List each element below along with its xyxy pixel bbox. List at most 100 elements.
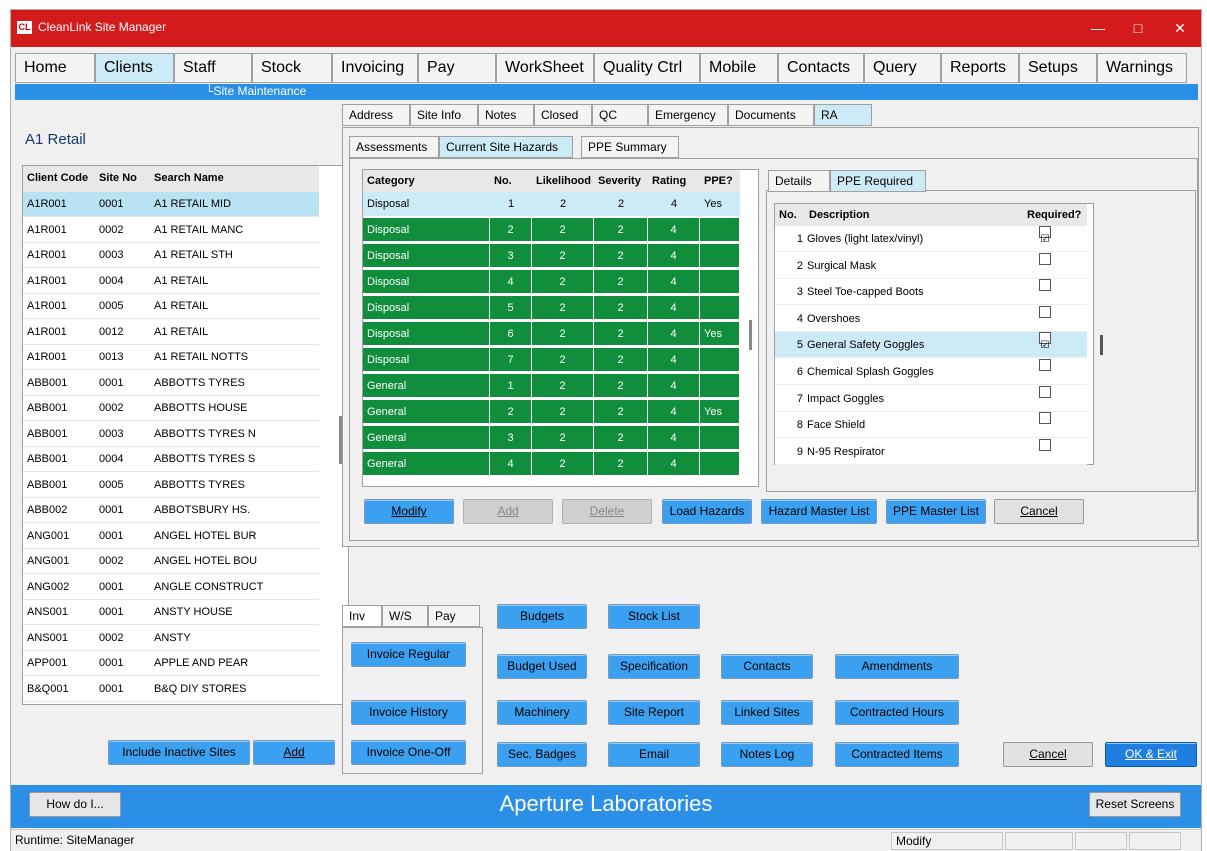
machinery-button[interactable]: Machinery (497, 700, 587, 725)
column-header[interactable]: Client Code (23, 166, 95, 192)
close-icon[interactable]: ✕ (1165, 16, 1195, 40)
menu-warnings[interactable]: Warnings (1097, 53, 1187, 83)
hazard-row[interactable]: General 1 2 2 4 (363, 374, 740, 400)
tab-site-info[interactable]: Site Info (410, 104, 478, 126)
menu-pay[interactable]: Pay (418, 53, 496, 83)
required-checkbox[interactable] (1039, 359, 1051, 371)
hazard-row[interactable]: Disposal 6 2 2 4 Yes (363, 322, 740, 348)
column-header[interactable]: Description (809, 204, 870, 226)
ppe-row[interactable]: 7 Impact Goggles (775, 385, 1087, 412)
hazard-row[interactable]: Disposal 2 2 2 4 (363, 218, 740, 244)
menu-reports[interactable]: Reports (941, 53, 1019, 83)
site-report-button[interactable]: Site Report (608, 700, 700, 725)
contracted-items-button[interactable]: Contracted Items (835, 742, 959, 767)
column-header[interactable]: Rating (648, 170, 700, 192)
column-header[interactable]: Required? (1027, 204, 1081, 226)
cancel-button[interactable]: Cancel (1003, 742, 1093, 767)
menu-staff[interactable]: Staff (174, 53, 252, 83)
table-row[interactable]: B&Q001 0001 B&Q DIY STORES (23, 677, 319, 702)
include-inactive-sites-button[interactable]: Include Inactive Sites (108, 740, 250, 765)
notes-log-button[interactable]: Notes Log (721, 742, 813, 767)
table-row[interactable]: A1R001 0013 A1 RETAIL NOTTS (23, 345, 319, 370)
table-row[interactable]: A1R001 0005 A1 RETAIL (23, 294, 319, 319)
required-checkbox[interactable] (1039, 305, 1051, 318)
required-checkbox[interactable] (1039, 438, 1051, 451)
specification-button[interactable]: Specification (608, 654, 700, 679)
budgets-button[interactable]: Budgets (497, 604, 587, 629)
table-row[interactable]: A1R001 0004 A1 RETAIL (23, 269, 319, 294)
modify-button[interactable]: Modify (364, 499, 454, 524)
email-button[interactable]: Email (608, 742, 700, 767)
maximize-icon[interactable]: □ (1123, 16, 1153, 40)
menu-mobile[interactable]: Mobile (700, 53, 778, 83)
hazard-row[interactable]: General 4 2 2 4 (363, 452, 740, 478)
load-hazards-button[interactable]: Load Hazards (662, 499, 752, 524)
table-row[interactable]: A1R001 0001 A1 RETAIL MID (23, 192, 319, 217)
tab-details[interactable]: Details (768, 170, 830, 192)
contacts-button[interactable]: Contacts (721, 654, 813, 679)
tab-inv[interactable]: Inv (342, 605, 382, 627)
column-header[interactable]: Likelihood (532, 170, 594, 192)
reset-screens-button[interactable]: Reset Screens (1089, 792, 1181, 817)
hazard-row[interactable]: Disposal 4 2 2 4 (363, 270, 740, 296)
table-row[interactable]: ANG002 0001 ANGLE CONSTRUCT (23, 575, 319, 600)
budget-used-button[interactable]: Budget Used (497, 654, 587, 679)
column-header[interactable]: Severity (594, 170, 648, 192)
hazard-master-list-button[interactable]: Hazard Master List (761, 499, 877, 524)
tab-pay[interactable]: Pay (428, 605, 480, 627)
table-row[interactable]: ANS001 0001 ANSTY HOUSE (23, 600, 319, 625)
minimize-icon[interactable]: — (1083, 16, 1113, 40)
tab-documents[interactable]: Documents (728, 104, 814, 126)
tab-ws[interactable]: W/S (382, 605, 428, 627)
invoice-one-off-button[interactable]: Invoice One-Off (351, 740, 466, 765)
hazard-row[interactable]: General 3 2 2 4 (363, 426, 740, 452)
add-site-button[interactable]: Add (253, 740, 335, 765)
linked-sites-button[interactable]: Linked Sites (721, 700, 813, 725)
how-do-i-button[interactable]: How do I... (29, 792, 121, 817)
stock-list-button[interactable]: Stock List (608, 604, 700, 629)
required-checkbox[interactable]: ☑ (1039, 332, 1051, 351)
table-row[interactable]: ABB001 0001 ABBOTTS TYRES (23, 371, 319, 396)
menu-clients[interactable]: Clients (95, 53, 174, 83)
column-header[interactable]: PPE? (700, 170, 740, 192)
ppe-row[interactable]: 3 Steel Toe-capped Boots (775, 279, 1087, 306)
tab-emergency[interactable]: Emergency (648, 104, 728, 126)
tab-address[interactable]: Address (342, 104, 410, 126)
tab-closed[interactable]: Closed (534, 104, 592, 126)
menu-stock[interactable]: Stock (252, 53, 332, 83)
ppe-row[interactable]: 8 Face Shield (775, 412, 1087, 439)
amendments-button[interactable]: Amendments (835, 654, 959, 679)
table-row[interactable]: ANG001 0002 ANGEL HOTEL BOU (23, 549, 319, 574)
table-row[interactable]: ABB001 0002 ABBOTTS HOUSE (23, 396, 319, 421)
table-row[interactable]: ABB001 0005 ABBOTTS TYRES (23, 473, 319, 498)
menu-invoicing[interactable]: Invoicing (332, 53, 418, 83)
table-row[interactable]: APP001 0001 APPLE AND PEAR (23, 651, 319, 676)
table-row[interactable]: ANS001 0002 ANSTY (23, 626, 319, 651)
ppe-row[interactable]: 2 Surgical Mask (775, 252, 1087, 279)
scrollbar-thumb[interactable] (749, 320, 752, 350)
column-header[interactable]: Site No (95, 166, 150, 192)
required-checkbox[interactable] (1039, 412, 1051, 425)
table-row[interactable]: ABB002 0001 ABBOTSBURY HS. (23, 498, 319, 523)
ppe-row[interactable]: 9 N-95 Respirator (775, 438, 1087, 465)
add-hazard-button[interactable]: Add (463, 499, 553, 524)
required-checkbox[interactable] (1039, 252, 1051, 265)
invoice-regular-button[interactable]: Invoice Regular (351, 642, 466, 667)
hazard-row[interactable]: Disposal 5 2 2 4 (363, 296, 740, 322)
invoice-history-button[interactable]: Invoice History (351, 700, 466, 725)
sec-badges-button[interactable]: Sec. Badges (497, 742, 587, 767)
column-header[interactable]: Category (363, 170, 490, 192)
table-row[interactable]: ABB001 0004 ABBOTTS TYRES S (23, 447, 319, 472)
cancel-hazard-button[interactable]: Cancel (994, 499, 1084, 524)
menu-quality-ctrl[interactable]: Quality Ctrl (594, 53, 700, 83)
menu-setups[interactable]: Setups (1019, 53, 1097, 83)
ok-exit-button[interactable]: OK & Exit (1105, 742, 1197, 767)
ppe-row[interactable]: 6 Chemical Splash Goggles (775, 359, 1087, 385)
required-checkbox[interactable] (1039, 279, 1051, 292)
tab-current-site-hazards[interactable]: Current Site Hazards (439, 136, 573, 158)
tab-qc[interactable]: QC (592, 104, 648, 126)
contracted-hours-button[interactable]: Contracted Hours (835, 700, 959, 725)
required-checkbox[interactable] (1039, 385, 1051, 398)
ppe-row[interactable]: 4 Overshoes (775, 305, 1087, 332)
ppe-row[interactable]: 1 Gloves (light latex/vinyl) ☑ (775, 226, 1087, 252)
